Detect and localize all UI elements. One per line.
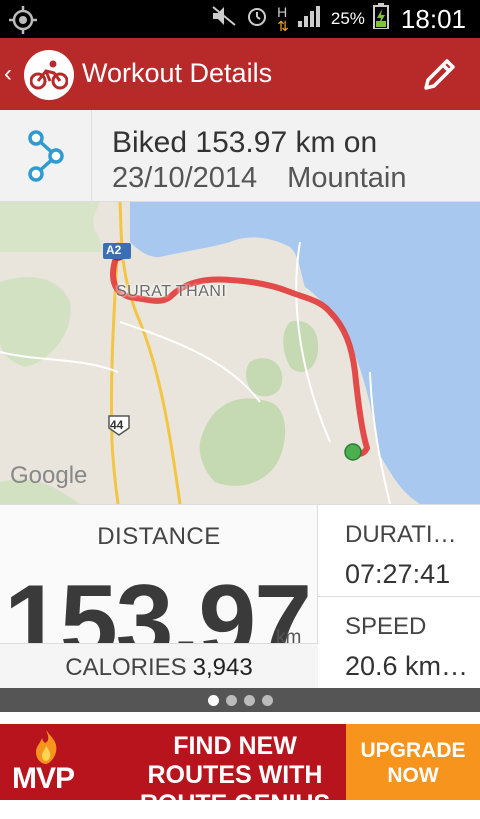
route-share-icon	[27, 130, 64, 182]
calories-row: CALORIES 3,943	[0, 643, 318, 689]
distance-label: DISTANCE	[97, 523, 221, 550]
workout-header: Biked 153.97 km on 23/10/2014 Mountain	[0, 110, 480, 202]
signal-icon	[297, 4, 323, 34]
network-type-icon: H ⇅	[277, 4, 289, 34]
route-map[interactable]: A2 SURAT THANI Google	[0, 202, 480, 504]
duration-card: DURATI… 07:27:41	[318, 505, 480, 597]
battery-charging-icon	[372, 3, 389, 35]
duration-value: 07:27:41	[345, 559, 451, 589]
calories-label: CALORIES	[65, 654, 187, 681]
distance-card: DISTANCE 153.97 km CALORIES 3,943	[0, 505, 318, 689]
page-indicator	[0, 688, 480, 712]
battery-percent: 25%	[330, 9, 365, 28]
page-dot[interactable]	[261, 694, 273, 706]
speed-card: SPEED 20.6 km…	[318, 597, 480, 689]
ad-banner[interactable]: MVP FIND NEW ROUTES WITH ROUTE GENIUS UP…	[0, 724, 480, 818]
app-bar: ‹ Workout Details	[0, 38, 480, 110]
workout-summary: Biked 153.97 km on	[112, 126, 378, 159]
pencil-icon	[424, 59, 455, 90]
ad-headline: FIND NEW ROUTES WITH ROUTE GENIUS	[139, 732, 331, 818]
side-stats: DURATI… 07:27:41 SPEED 20.6 km…	[318, 505, 480, 689]
status-bar: H ⇅ 25% 18:01	[0, 0, 480, 38]
page-dot[interactable]	[207, 694, 219, 706]
workout-date: 23/10/2014	[112, 162, 258, 194]
route-button[interactable]	[0, 110, 92, 202]
mute-icon	[211, 5, 237, 33]
mvp-logo: MVP	[12, 762, 75, 795]
road-shield-a2-label: A2	[106, 243, 122, 257]
workout-type: Mountain	[287, 162, 407, 194]
cyclist-logo-icon[interactable]	[24, 50, 74, 100]
google-attribution: Google	[10, 462, 88, 489]
map-canvas	[0, 202, 480, 504]
gps-icon	[8, 5, 38, 40]
upgrade-button[interactable]: UPGRADE NOW	[346, 724, 480, 800]
stats-panel[interactable]: DISTANCE 153.97 km CALORIES 3,943 DURATI……	[0, 504, 480, 689]
duration-label: DURATI…	[345, 521, 457, 548]
map-city-label: SURAT THANI	[116, 283, 227, 300]
back-chevron-icon[interactable]: ‹	[4, 60, 12, 88]
workout-date-type: 23/10/2014 Mountain	[112, 162, 406, 195]
edit-button[interactable]	[420, 54, 460, 94]
speed-label: SPEED	[345, 613, 427, 640]
road-shield-44-label: 44	[110, 418, 124, 432]
road-shield-44-icon: 44	[107, 414, 131, 441]
speed-value: 20.6 km…	[345, 651, 469, 681]
start-marker-icon	[344, 443, 362, 461]
page-title: Workout Details	[82, 58, 273, 88]
page-dot[interactable]	[243, 694, 255, 706]
calories-value: 3,943	[192, 654, 253, 681]
clock: 18:01	[400, 3, 466, 34]
alarm-icon	[245, 4, 269, 34]
page-dot[interactable]	[225, 694, 237, 706]
